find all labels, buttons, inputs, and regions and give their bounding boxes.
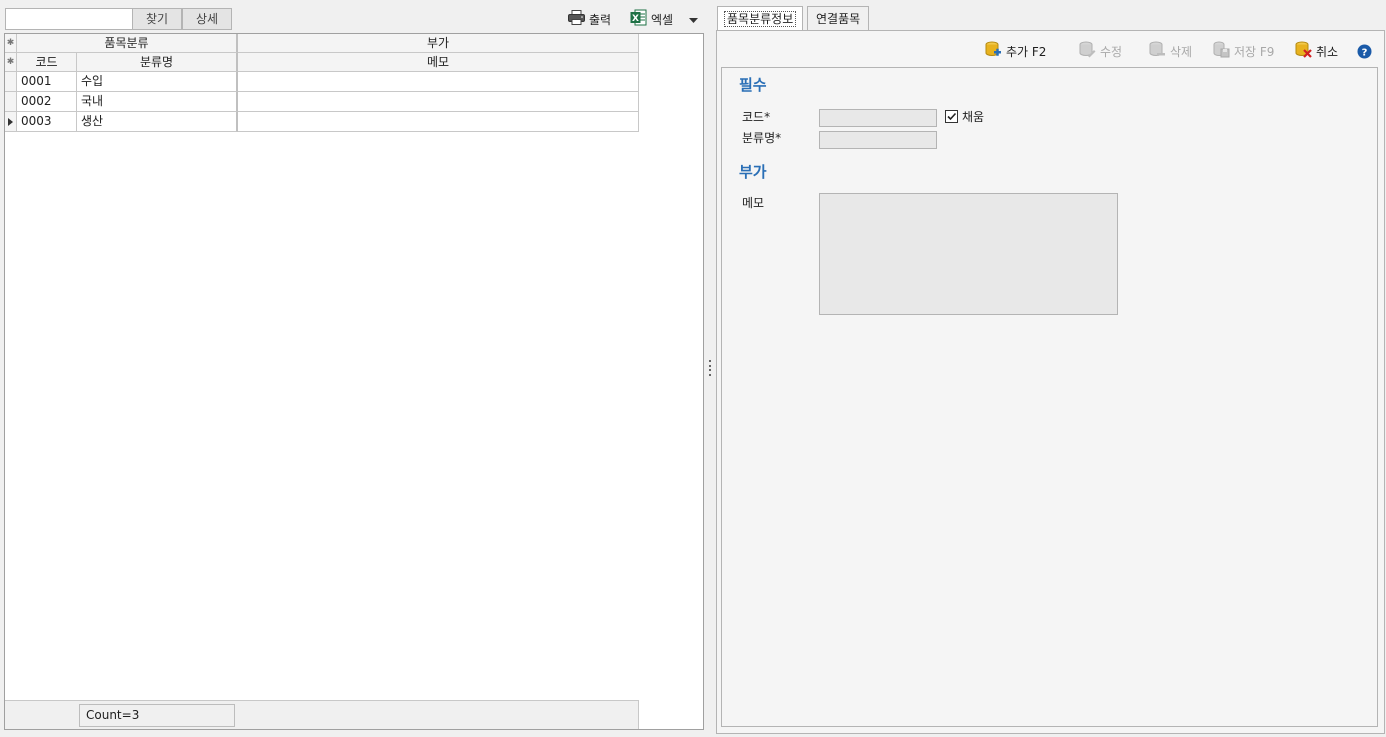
- tab-label: 연결품목: [816, 12, 861, 26]
- category-form: 필수 코드* 채움 분류명* 부가 메모: [721, 67, 1378, 727]
- edit-button[interactable]: 수정: [1079, 41, 1122, 61]
- row-count: Count=3: [79, 704, 235, 727]
- row-indicator[interactable]: [5, 72, 17, 92]
- database-cancel-icon: [1295, 41, 1312, 61]
- database-save-icon: [1213, 41, 1230, 61]
- code-label: 코드*: [742, 110, 771, 124]
- table-cell-name[interactable]: 생산: [77, 112, 238, 132]
- band-indicator: ✱: [5, 34, 17, 53]
- table-cell-code[interactable]: 0003: [17, 112, 77, 132]
- excel-label: 엑셀: [651, 12, 674, 27]
- table-cell-memo[interactable]: [238, 92, 639, 112]
- help-icon: ?: [1357, 44, 1372, 62]
- item-category-detail-panel: 품목분류정보 연결품목 추가 F2 수정 삭제 저장 F9 취소 ? 필수 코드…: [716, 4, 1386, 737]
- database-edit-icon: [1079, 41, 1096, 61]
- print-label: 출력: [589, 12, 612, 27]
- caret-down-icon: [688, 12, 698, 26]
- tab-linked-items[interactable]: 연결품목: [807, 6, 870, 31]
- table-cell-memo[interactable]: [238, 72, 639, 92]
- table-cell-memo[interactable]: [238, 112, 639, 132]
- column-header-memo[interactable]: 메모: [238, 53, 639, 72]
- band-header-category[interactable]: 품목분류: [17, 34, 238, 53]
- tab-label: 품목분류정보: [724, 11, 797, 27]
- printer-icon: [568, 10, 585, 28]
- database-remove-icon: [1149, 41, 1166, 61]
- category-grid: ✱ 품목분류 부가 ✱ 코드 분류명 메모 0001 수입 0002 국내 00…: [4, 33, 704, 730]
- edit-label: 수정: [1100, 44, 1123, 59]
- tab-item-category-info[interactable]: 품목분류정보: [717, 6, 804, 31]
- current-row-arrow-icon: [8, 118, 13, 126]
- table-cell-name[interactable]: 수입: [77, 72, 238, 92]
- delete-label: 삭제: [1170, 44, 1193, 59]
- checkbox-box[interactable]: [945, 110, 958, 123]
- memo-label: 메모: [742, 196, 765, 210]
- row-indicator-current[interactable]: [5, 112, 17, 132]
- item-category-list-panel: 찾기 상세 출력 X 엑셀 ✱ 품목분류 부가 ✱ 코드 분류명 메모 0001…: [0, 0, 706, 737]
- column-header-name[interactable]: 분류명: [77, 53, 238, 72]
- memo-field[interactable]: [819, 193, 1118, 315]
- delete-button[interactable]: 삭제: [1149, 41, 1192, 61]
- cancel-button[interactable]: 취소: [1295, 41, 1338, 61]
- help-glyph: ?: [1362, 47, 1368, 58]
- search-input[interactable]: [5, 8, 133, 30]
- table-cell-code[interactable]: 0002: [17, 92, 77, 112]
- auto-fill-checkbox[interactable]: 채움: [945, 108, 984, 125]
- detail-button[interactable]: 상세: [182, 8, 232, 30]
- add-label: 추가 F2: [1006, 44, 1047, 59]
- svg-text:X: X: [632, 14, 639, 24]
- add-button[interactable]: 추가 F2: [985, 41, 1046, 61]
- category-name-label: 분류명*: [742, 131, 782, 145]
- cancel-label: 취소: [1316, 44, 1339, 59]
- section-title-required: 필수: [739, 76, 767, 94]
- print-button[interactable]: 출력: [568, 9, 611, 29]
- excel-export-button[interactable]: X 엑셀: [630, 9, 673, 29]
- auto-fill-label: 채움: [962, 110, 985, 124]
- find-button[interactable]: 찾기: [132, 8, 182, 30]
- tab-content: 추가 F2 수정 삭제 저장 F9 취소 ? 필수 코드* 채움 분류명* 부가…: [716, 30, 1385, 734]
- excel-icon: X: [630, 9, 647, 29]
- section-title-extra: 부가: [739, 163, 767, 181]
- save-button[interactable]: 저장 F9: [1213, 41, 1274, 61]
- grid-table: ✱ 품목분류 부가 ✱ 코드 분류명 메모 0001 수입 0002 국내 00…: [5, 34, 639, 134]
- panel-splitter[interactable]: [708, 360, 711, 376]
- table-cell-name[interactable]: 국내: [77, 92, 238, 112]
- database-add-icon: [985, 41, 1002, 61]
- column-header-code[interactable]: 코드: [17, 53, 77, 72]
- checkmark-icon: [947, 112, 957, 121]
- row-indicator[interactable]: [5, 92, 17, 112]
- category-name-field[interactable]: [819, 131, 937, 149]
- save-label: 저장 F9: [1234, 44, 1275, 59]
- band-header-extra[interactable]: 부가: [238, 34, 639, 53]
- help-button[interactable]: ?: [1357, 43, 1372, 63]
- code-field[interactable]: [819, 109, 937, 127]
- column-indicator: ✱: [5, 53, 17, 72]
- grid-footer: Count=3: [5, 700, 639, 729]
- table-cell-code[interactable]: 0001: [17, 72, 77, 92]
- excel-dropdown-button[interactable]: [686, 9, 700, 29]
